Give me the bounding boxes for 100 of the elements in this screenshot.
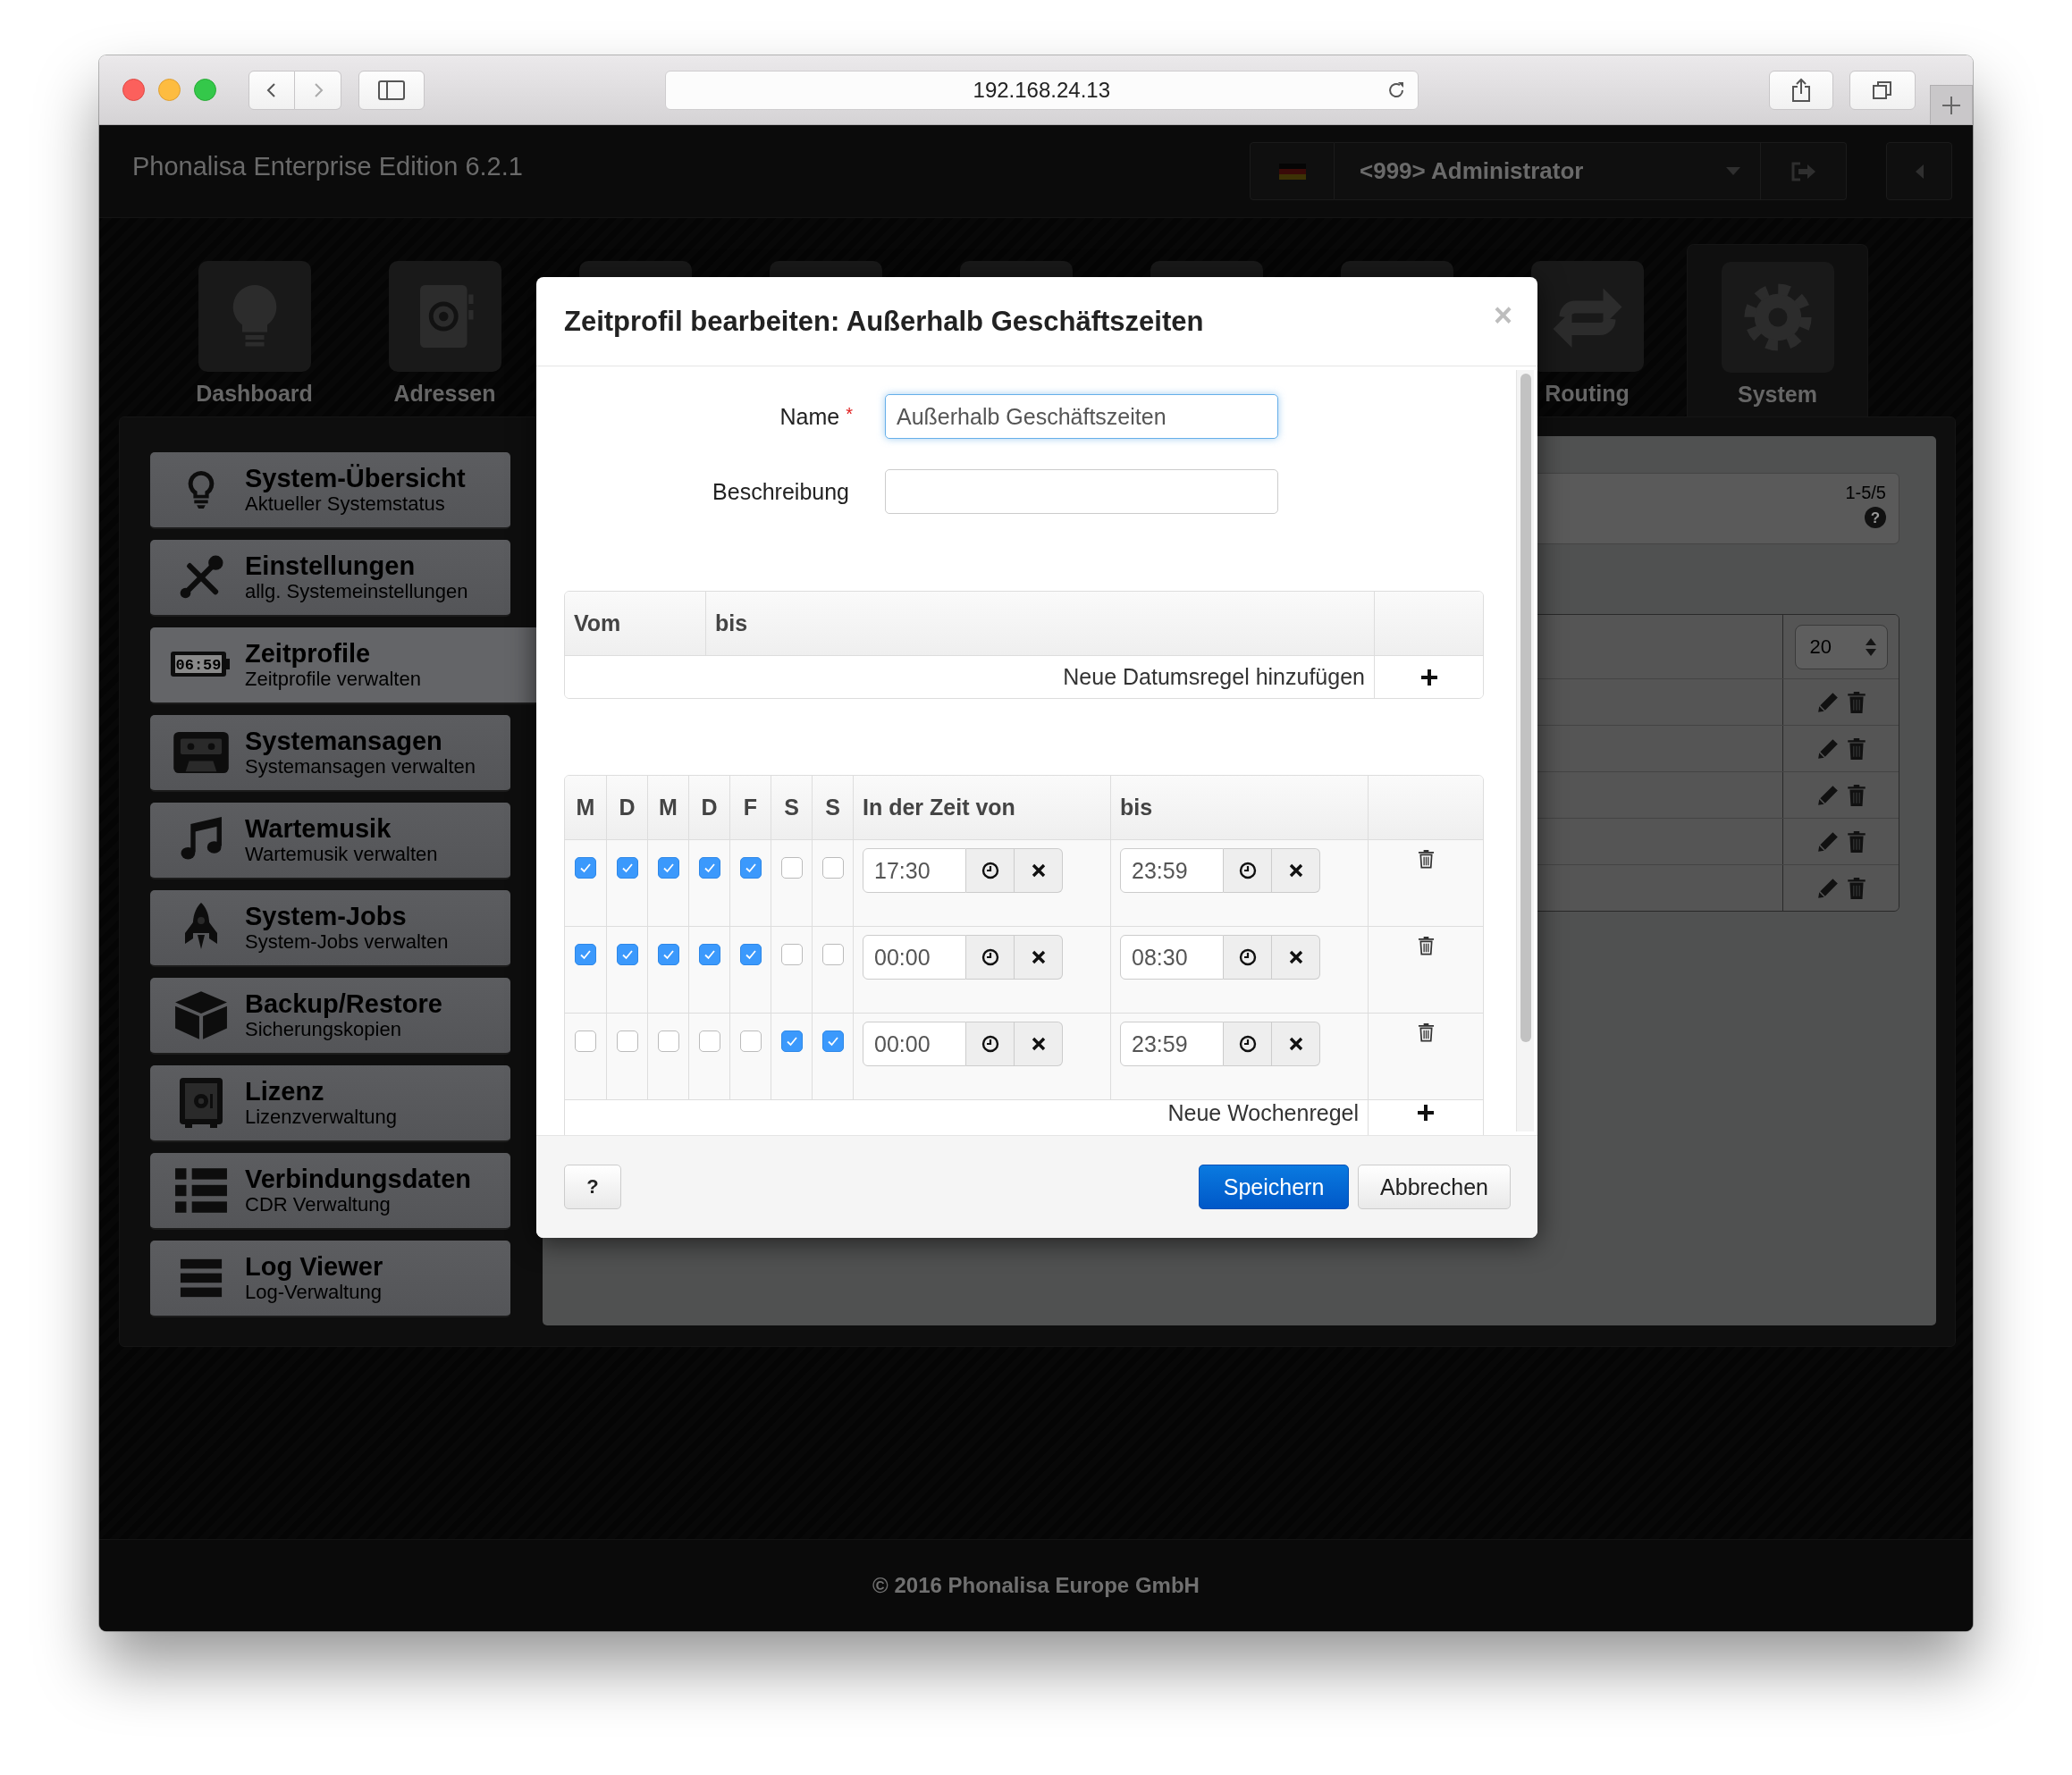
sidebar-item-title: Verbindungsdaten bbox=[245, 1165, 471, 1194]
sidebar-item[interactable]: System-Übersicht Aktueller Systemstatus bbox=[150, 452, 510, 529]
clear-button[interactable] bbox=[1015, 935, 1063, 980]
time-field[interactable]: 23:59 bbox=[1120, 1022, 1224, 1066]
help-icon[interactable]: ? bbox=[1865, 507, 1886, 528]
column-header: In der Zeit von bbox=[863, 795, 1015, 820]
sidebar-item-subtitle: Systemansagen verwalten bbox=[245, 755, 476, 778]
sidebar-item[interactable]: Einstellungen allg. Systemeinstellungen bbox=[150, 540, 510, 617]
zoom-window-button[interactable] bbox=[194, 79, 216, 101]
checkbox[interactable] bbox=[698, 944, 720, 965]
sidebar-item[interactable]: Lizenz Lizenzverwaltung bbox=[150, 1065, 510, 1142]
list-icon bbox=[173, 1166, 229, 1215]
pencil-icon[interactable] bbox=[1815, 829, 1840, 854]
clock-button[interactable] bbox=[966, 848, 1015, 893]
clock-button[interactable] bbox=[1224, 1022, 1272, 1066]
checkbox[interactable] bbox=[616, 944, 638, 965]
nav-tile[interactable] bbox=[1721, 262, 1834, 373]
save-button[interactable]: Speichern bbox=[1199, 1165, 1350, 1209]
address-bar[interactable]: 192.168.24.13 bbox=[665, 70, 1419, 110]
scrollbar[interactable] bbox=[1516, 370, 1534, 1131]
pencil-icon[interactable] bbox=[1815, 690, 1840, 714]
nav-tile[interactable] bbox=[1530, 261, 1644, 372]
cancel-button[interactable]: Abbrechen bbox=[1358, 1165, 1511, 1209]
time-field[interactable]: 08:30 bbox=[1120, 935, 1224, 980]
checkbox[interactable] bbox=[616, 1031, 638, 1052]
sidebar-item-title: Lizenz bbox=[245, 1077, 325, 1106]
sidebar-item-subtitle: System-Jobs verwalten bbox=[245, 930, 449, 954]
clock-button[interactable] bbox=[966, 1022, 1015, 1066]
clock-icon bbox=[1238, 948, 1257, 966]
text-field[interactable] bbox=[885, 469, 1278, 514]
nav-tile[interactable] bbox=[388, 261, 501, 372]
checkbox[interactable] bbox=[739, 1031, 762, 1052]
text-field[interactable]: Außerhalb Geschäftszeiten bbox=[885, 394, 1278, 439]
checkbox[interactable] bbox=[821, 1031, 844, 1052]
clock-button[interactable] bbox=[966, 935, 1015, 980]
column-header: D bbox=[701, 795, 718, 820]
clock-button[interactable] bbox=[1224, 848, 1272, 893]
user-dropdown[interactable]: <999> Administrator bbox=[1335, 142, 1761, 200]
checkbox[interactable] bbox=[780, 944, 803, 965]
trash-icon[interactable] bbox=[1417, 936, 1435, 956]
caret-icon bbox=[1726, 166, 1740, 176]
plus-icon[interactable] bbox=[1417, 1104, 1435, 1122]
column-header: F bbox=[743, 795, 758, 820]
checkbox[interactable] bbox=[575, 857, 596, 879]
checkbox[interactable] bbox=[698, 857, 720, 879]
sidebar-item[interactable]: System-Jobs System-Jobs verwalten bbox=[150, 890, 510, 967]
time-field[interactable]: 00:00 bbox=[863, 1022, 966, 1066]
checkbox[interactable] bbox=[739, 944, 762, 965]
clock-icon bbox=[981, 948, 999, 966]
page-size-select[interactable]: 20 bbox=[1794, 624, 1888, 669]
clear-button[interactable] bbox=[1272, 1022, 1320, 1066]
clear-button[interactable] bbox=[1272, 848, 1320, 893]
checkbox[interactable] bbox=[616, 857, 638, 879]
clear-button[interactable] bbox=[1015, 1022, 1063, 1066]
sidebar-item[interactable]: Wartemusik Wartemusik verwalten bbox=[150, 803, 510, 879]
checkbox[interactable] bbox=[821, 857, 844, 879]
checkbox[interactable] bbox=[575, 1031, 596, 1052]
pencil-icon[interactable] bbox=[1815, 736, 1840, 761]
time-field[interactable]: 23:59 bbox=[1120, 848, 1224, 893]
trash-icon[interactable] bbox=[1417, 849, 1435, 870]
sidebar-item[interactable]: Verbindungsdaten CDR Verwaltung bbox=[150, 1153, 510, 1230]
sidebar-item[interactable]: Backup/Restore Sicherungskopien bbox=[150, 978, 510, 1055]
tabs-button[interactable] bbox=[1849, 70, 1916, 110]
clear-button[interactable] bbox=[1015, 848, 1063, 893]
time-field[interactable]: 17:30 bbox=[863, 848, 966, 893]
help-button[interactable]: ? bbox=[564, 1165, 621, 1209]
plus-icon[interactable] bbox=[1419, 668, 1438, 686]
share-button[interactable] bbox=[1768, 70, 1833, 110]
checkbox[interactable] bbox=[780, 857, 803, 879]
nav-tile[interactable] bbox=[198, 261, 311, 372]
sidebar-toggle-button[interactable] bbox=[358, 70, 425, 110]
close-window-button[interactable] bbox=[122, 79, 145, 101]
new-tab-button[interactable] bbox=[1929, 85, 1973, 124]
sidebar-icon bbox=[378, 80, 405, 100]
clear-button[interactable] bbox=[1272, 935, 1320, 980]
add-rule-label: Neue Wochenregel bbox=[1167, 1100, 1359, 1125]
sidebar-item-title: Einstellungen bbox=[245, 551, 417, 581]
checkbox[interactable] bbox=[780, 1031, 803, 1052]
checkbox[interactable] bbox=[657, 944, 679, 965]
pencil-icon[interactable] bbox=[1815, 876, 1840, 900]
sidebar-item[interactable]: Systemansagen Systemansagen verwalten bbox=[150, 715, 510, 792]
sidebar-item[interactable]: Log Viewer Log-Verwaltung bbox=[150, 1241, 510, 1317]
sidebar-item-subtitle: Lizenzverwaltung bbox=[245, 1106, 397, 1129]
time-field[interactable]: 00:00 bbox=[863, 935, 966, 980]
sidebar-item-title: Systemansagen bbox=[245, 727, 443, 756]
checkbox[interactable] bbox=[821, 944, 844, 965]
column-header: D bbox=[619, 795, 636, 820]
pencil-icon[interactable] bbox=[1815, 783, 1840, 807]
checkbox[interactable] bbox=[657, 1031, 679, 1052]
nav-tab[interactable]: System bbox=[1687, 244, 1868, 416]
checkbox[interactable] bbox=[657, 857, 679, 879]
checkbox[interactable] bbox=[575, 944, 596, 965]
sidebar-item[interactable]: 06:59 Zeitprofile Zeitprofile verwalten bbox=[150, 627, 537, 704]
trash-icon[interactable] bbox=[1417, 1022, 1435, 1043]
copyright-text: © 2016 Phonalisa Europe GmbH bbox=[872, 1573, 1200, 1598]
checkbox[interactable] bbox=[698, 1031, 720, 1052]
clock-button[interactable] bbox=[1224, 935, 1272, 980]
checkbox[interactable] bbox=[739, 857, 762, 879]
sidebar-item-title: System-Jobs bbox=[245, 902, 408, 931]
nav-label: Routing bbox=[1545, 381, 1630, 407]
